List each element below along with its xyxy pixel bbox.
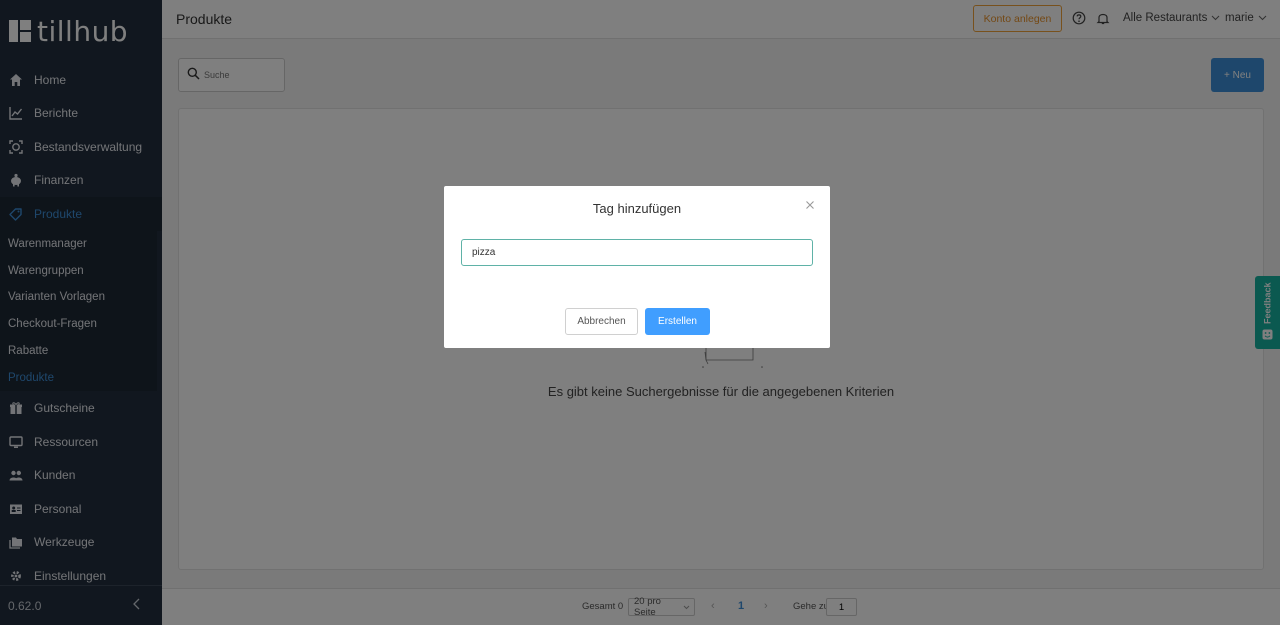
dialog-title: Tag hinzufügen: [592, 201, 682, 216]
cancel-button[interactable]: Abbrechen: [565, 308, 638, 335]
create-button[interactable]: Erstellen: [645, 308, 710, 335]
tag-name-input[interactable]: [461, 239, 813, 266]
add-tag-dialog: Tag hinzufügen Abbrechen Erstellen: [444, 186, 830, 348]
close-icon[interactable]: [804, 199, 816, 211]
